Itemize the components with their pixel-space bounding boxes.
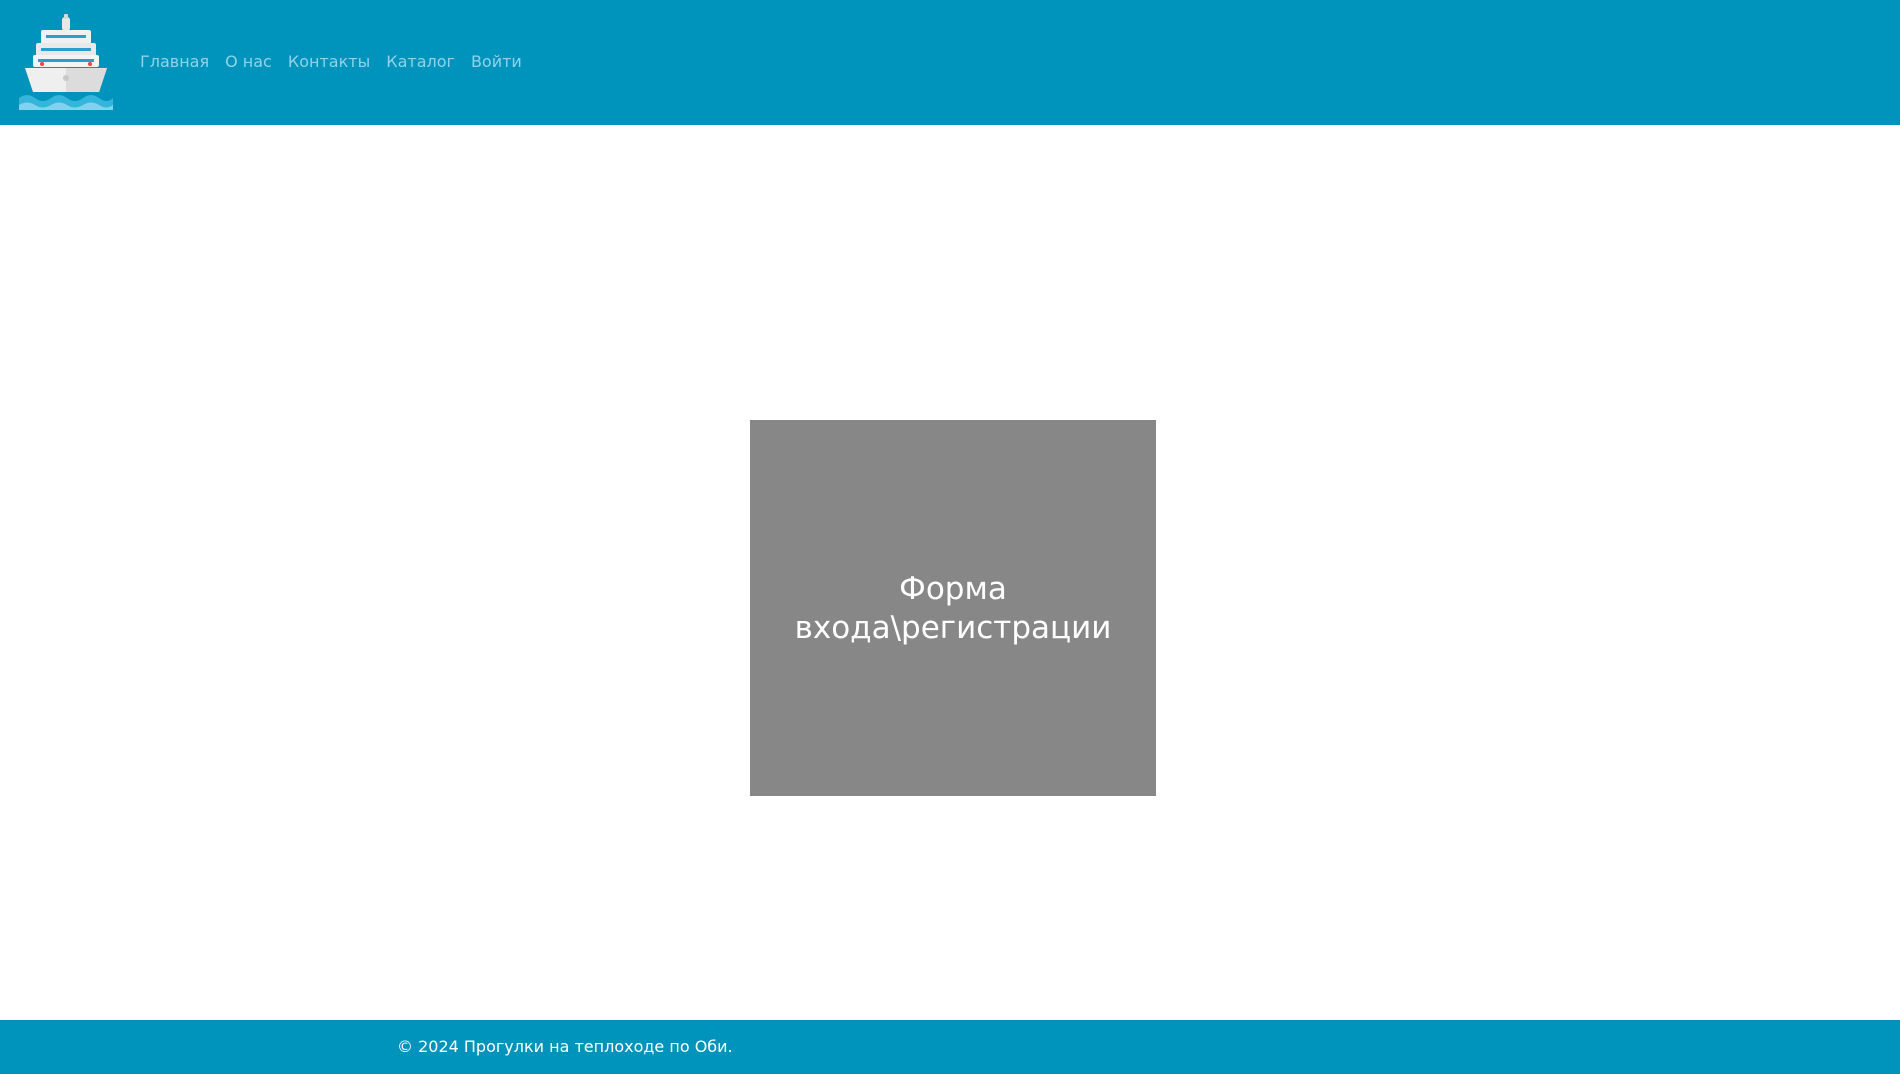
- placeholder-line-2: входа\регистрации: [794, 610, 1112, 646]
- auth-form-placeholder-label: Форма входа\регистрации: [795, 570, 1112, 648]
- placeholder-line-1: Форма: [899, 571, 1007, 607]
- nav-link-about[interactable]: О нас: [225, 52, 272, 71]
- auth-form-placeholder: Форма входа\регистрации: [750, 420, 1156, 796]
- nav-link-login[interactable]: Войти: [471, 52, 522, 71]
- nav-link-catalog[interactable]: Каталог: [386, 52, 455, 71]
- nav-link-home[interactable]: Главная: [140, 52, 209, 71]
- main-nav: Главная О нас Контакты Каталог Войти: [140, 52, 522, 71]
- ship-logo-icon[interactable]: [19, 14, 113, 110]
- nav-link-contacts[interactable]: Контакты: [288, 52, 370, 71]
- site-footer: © 2024 Прогулки на теплоходе по Оби.: [0, 1020, 1900, 1074]
- copyright-text: © 2024 Прогулки на теплоходе по Оби.: [397, 1037, 733, 1056]
- site-header: Главная О нас Контакты Каталог Войти: [0, 0, 1900, 125]
